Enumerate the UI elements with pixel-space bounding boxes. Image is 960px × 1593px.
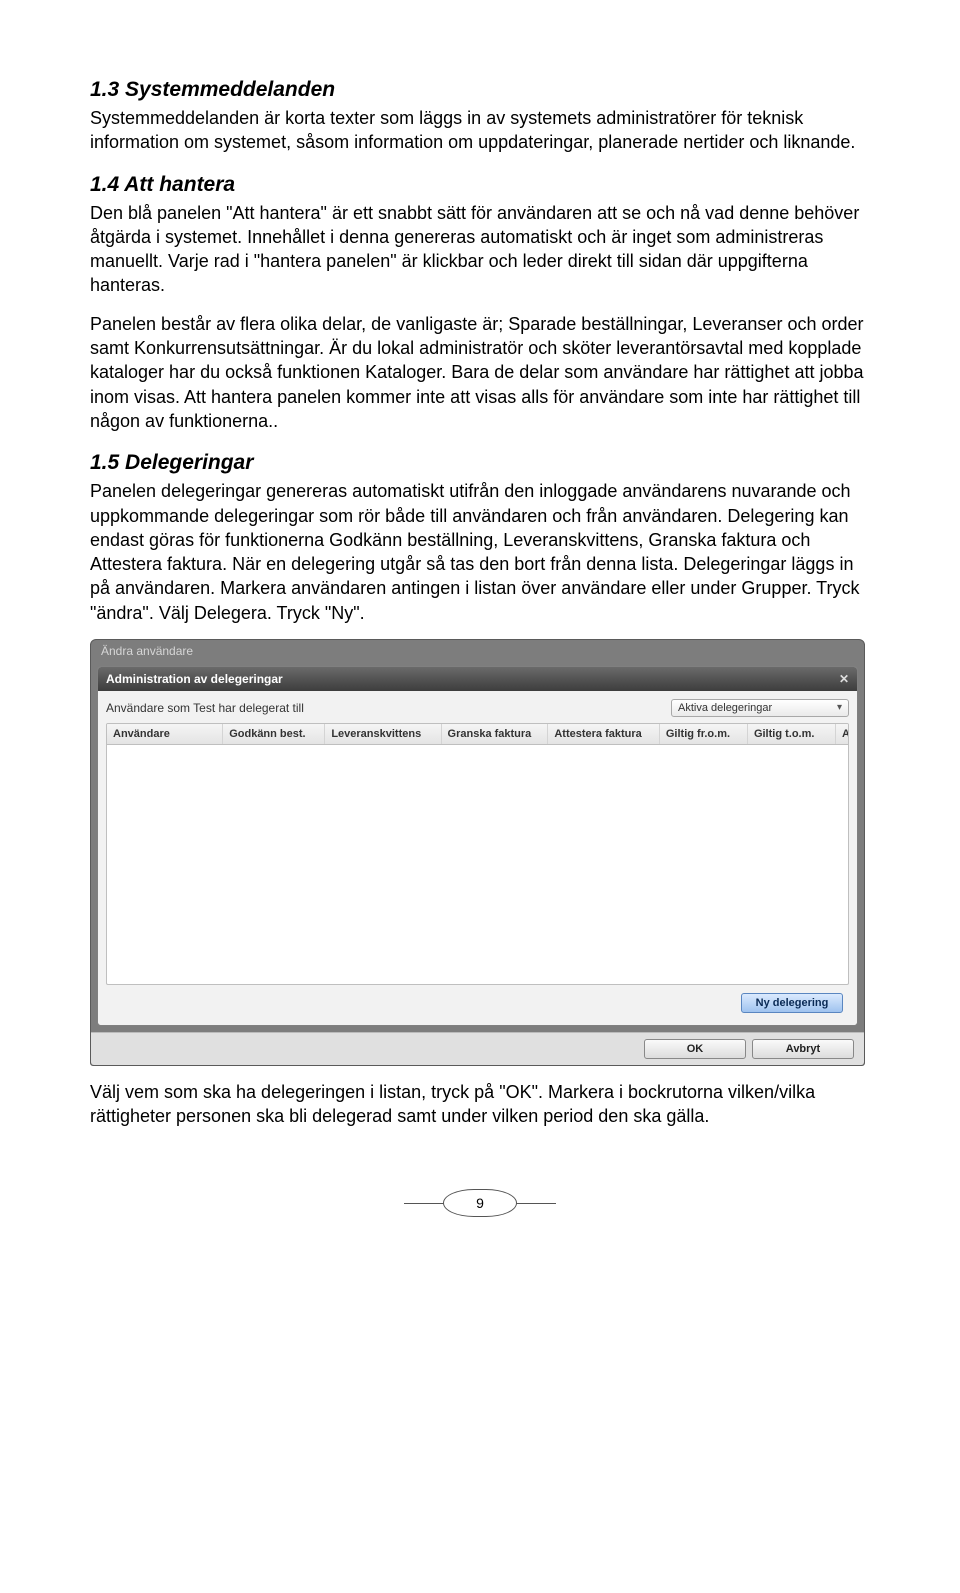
inner-titlebar: Administration av delegeringar ✕ [98, 667, 857, 691]
dialog-screenshot: Ändra användare Administration av delege… [90, 639, 865, 1066]
paragraph: Panelen delegeringar genereras automatis… [90, 479, 870, 625]
heading-1-4: 1.4 Att hantera [90, 173, 870, 197]
table-header-row: Användare Godkänn best. Leveranskvittens… [107, 724, 848, 745]
heading-1-3: 1.3 Systemmeddelanden [90, 78, 870, 102]
col-attestera[interactable]: Attestera faktura [548, 724, 660, 744]
delegated-to-label: Användare som Test har delegerat till [106, 701, 304, 715]
page-number: 9 [443, 1189, 517, 1217]
inner-window: Administration av delegeringar ✕ Använda… [97, 666, 858, 1026]
paragraph: Välj vem som ska ha delegeringen i lista… [90, 1080, 870, 1129]
close-icon[interactable]: ✕ [839, 672, 849, 686]
heading-1-5: 1.5 Delegeringar [90, 451, 870, 475]
cancel-button[interactable]: Avbryt [752, 1039, 854, 1059]
paragraph: Den blå panelen "Att hantera" är ett sna… [90, 201, 870, 298]
col-from[interactable]: Giltig fr.o.m. [660, 724, 748, 744]
delegations-table: Användare Godkänn best. Leveranskvittens… [106, 723, 849, 985]
inner-window-title: Administration av delegeringar [106, 672, 283, 686]
delegation-filter-select[interactable]: Aktiva delegeringar [671, 699, 849, 717]
col-godkann[interactable]: Godkänn best. [223, 724, 325, 744]
ok-button[interactable]: OK [644, 1039, 746, 1059]
col-to[interactable]: Giltig t.o.m. [748, 724, 836, 744]
paragraph: Panelen består av flera olika delar, de … [90, 312, 870, 433]
new-delegation-button[interactable]: Ny delegering [741, 993, 843, 1013]
col-avsluta[interactable]: Avsluta [836, 724, 848, 744]
col-user[interactable]: Användare [107, 724, 223, 744]
outer-window-title: Ändra användare [101, 644, 193, 658]
col-granska[interactable]: Granska faktura [442, 724, 549, 744]
outer-window: Ändra användare Administration av delege… [90, 639, 865, 1066]
col-leverans[interactable]: Leveranskvittens [325, 724, 441, 744]
paragraph: Systemmeddelanden är korta texter som lä… [90, 106, 870, 155]
